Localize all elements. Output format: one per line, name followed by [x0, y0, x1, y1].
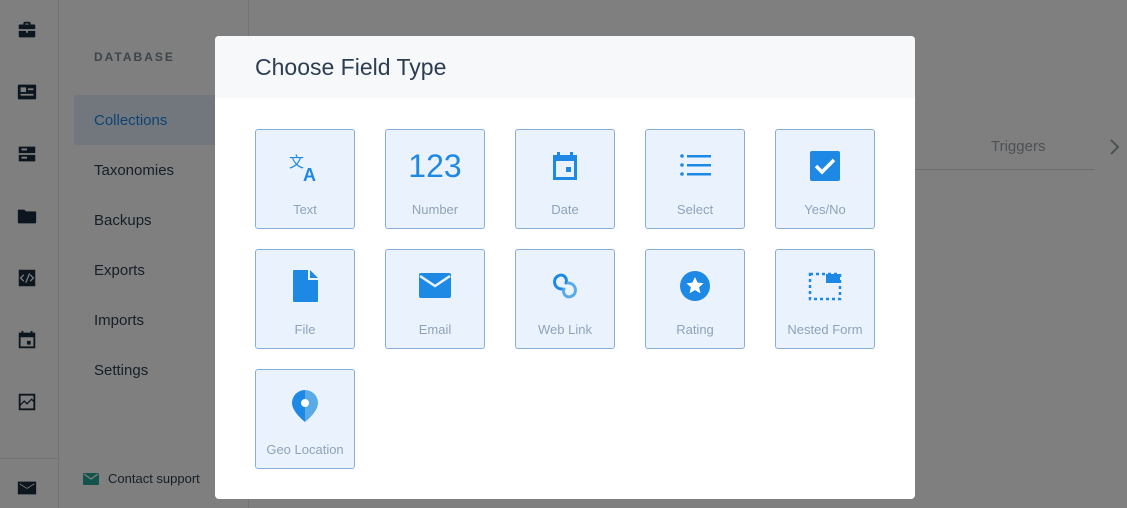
- field-type-date[interactable]: Date: [515, 129, 615, 229]
- field-type-select[interactable]: Select: [645, 129, 745, 229]
- checkbox-icon: [776, 148, 874, 184]
- field-type-yes-no[interactable]: Yes/No: [775, 129, 875, 229]
- choose-field-type-modal: Choose Field Type 文 A Text 123 Number Da…: [215, 36, 915, 499]
- field-type-label: Web Link: [538, 322, 592, 337]
- link-icon: [516, 268, 614, 304]
- modal-title: Choose Field Type: [255, 53, 447, 80]
- translate-icon: 文 A: [256, 148, 354, 184]
- list-icon: [646, 148, 744, 184]
- number-icon: 123: [386, 148, 484, 184]
- field-type-web-link[interactable]: Web Link: [515, 249, 615, 349]
- field-type-rating[interactable]: Rating: [645, 249, 745, 349]
- field-type-label: File: [294, 322, 316, 337]
- field-type-nested-form[interactable]: Nested Form: [775, 249, 875, 349]
- field-type-text[interactable]: 文 A Text: [255, 129, 355, 229]
- file-icon: [256, 268, 354, 304]
- svg-text:A: A: [303, 165, 316, 183]
- map-pin-icon: [256, 388, 354, 424]
- field-type-label: Geo Location: [266, 442, 344, 457]
- calendar-icon: [516, 148, 614, 184]
- email-icon: [386, 268, 484, 304]
- field-type-label: Nested Form: [787, 322, 863, 337]
- field-type-label: Text: [293, 202, 317, 217]
- field-type-label: Email: [418, 322, 452, 337]
- field-type-label: Rating: [676, 322, 714, 337]
- number-glyph: 123: [408, 147, 462, 184]
- field-type-email[interactable]: Email: [385, 249, 485, 349]
- star-icon: [646, 268, 744, 304]
- field-type-label: Yes/No: [804, 202, 846, 217]
- field-type-label: Date: [551, 202, 579, 217]
- field-type-grid: 文 A Text 123 Number Date Select Yes/No F…: [255, 129, 875, 469]
- field-type-file[interactable]: File: [255, 249, 355, 349]
- field-type-label: Number: [411, 202, 459, 217]
- modal-header: Choose Field Type: [215, 36, 915, 98]
- field-type-number[interactable]: 123 Number: [385, 129, 485, 229]
- field-type-geo-location[interactable]: Geo Location: [255, 369, 355, 469]
- field-type-label: Select: [676, 202, 714, 217]
- nested-form-icon: [776, 268, 874, 304]
- svg-text:文: 文: [289, 153, 304, 171]
